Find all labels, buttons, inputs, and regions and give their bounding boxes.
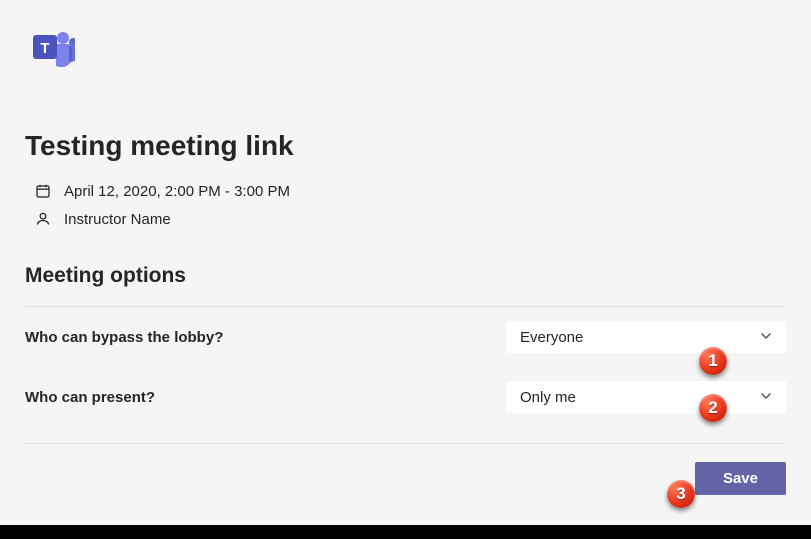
meeting-organizer-row: Instructor Name bbox=[25, 210, 786, 228]
meeting-organizer: Instructor Name bbox=[64, 211, 171, 228]
meeting-datetime: April 12, 2020, 2:00 PM - 3:00 PM bbox=[64, 183, 290, 200]
teams-logo: T bbox=[25, 22, 75, 72]
callout-2: 2 bbox=[699, 394, 727, 422]
calendar-icon bbox=[34, 182, 52, 200]
meeting-title: Testing meeting link bbox=[25, 130, 786, 162]
svg-text:T: T bbox=[40, 40, 49, 57]
save-button[interactable]: Save bbox=[695, 462, 786, 495]
callout-1: 1 bbox=[699, 347, 727, 375]
chevron-down-icon bbox=[760, 389, 772, 406]
callout-3: 3 bbox=[667, 480, 695, 508]
who-can-present-select[interactable]: Only me bbox=[506, 381, 786, 413]
option-row-bypass-lobby: Who can bypass the lobby? Everyone bbox=[25, 307, 786, 367]
bottom-bar bbox=[0, 525, 811, 539]
meeting-datetime-row: April 12, 2020, 2:00 PM - 3:00 PM bbox=[25, 182, 786, 200]
option-label: Who can present? bbox=[25, 389, 155, 406]
person-icon bbox=[34, 210, 52, 228]
bypass-lobby-select[interactable]: Everyone bbox=[506, 321, 786, 353]
divider bbox=[25, 443, 786, 444]
select-value: Everyone bbox=[520, 329, 583, 346]
chevron-down-icon bbox=[760, 329, 772, 346]
select-value: Only me bbox=[520, 389, 576, 406]
option-row-who-can-present: Who can present? Only me bbox=[25, 367, 786, 427]
option-label: Who can bypass the lobby? bbox=[25, 329, 223, 346]
options-heading: Meeting options bbox=[25, 264, 786, 288]
